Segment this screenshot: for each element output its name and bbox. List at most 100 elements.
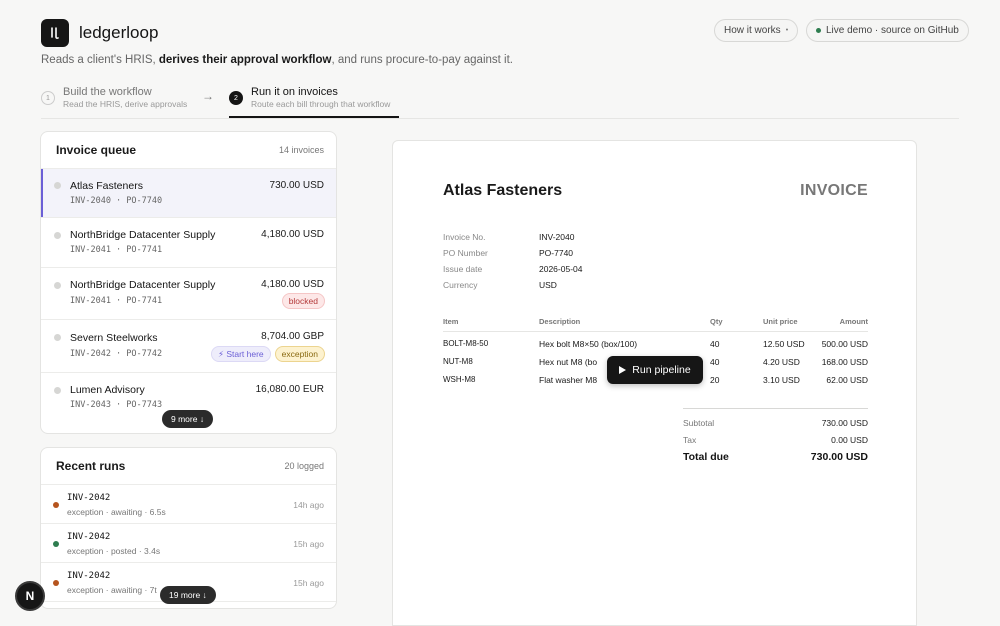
active-step-indicator: [229, 116, 399, 118]
tagline-end: , and runs procure-to-pay against it.: [331, 54, 513, 66]
framework-badge[interactable]: N: [15, 581, 45, 611]
recent-runs-header: Recent runs 20 logged: [41, 448, 336, 485]
invoice-heading: INVOICE: [800, 182, 868, 199]
line-item-amount: 168.00 USD: [821, 357, 868, 367]
invoice-amount: 8,704.00 GBP: [261, 331, 324, 342]
show-more-runs-button[interactable]: 19 more ↓: [160, 586, 216, 604]
meta-value: INV-2040: [539, 232, 575, 242]
invoice-ids: INV-2043 · PO-7743: [70, 400, 163, 410]
play-icon: [619, 366, 627, 374]
tagline-start: Reads a client's HRIS,: [41, 54, 159, 66]
run-row[interactable]: INV-2042 exception · awaiting · 6.5s 14h…: [41, 485, 336, 524]
run-pipeline-label: Run pipeline: [632, 364, 691, 376]
vendor-name: Lumen Advisory: [70, 384, 145, 396]
status-dot: [54, 282, 61, 289]
run-summary: exception · awaiting · 6.5s: [67, 507, 166, 517]
run-pipeline-button[interactable]: Run pipeline: [607, 356, 703, 384]
column-header-item: Item: [443, 317, 459, 326]
blocked-badge: blocked: [281, 293, 325, 309]
subtotal-label: Subtotal: [683, 418, 715, 428]
step-subtitle: Read the HRIS, derive approvals: [63, 99, 188, 109]
how-it-works-button[interactable]: How it works •: [714, 19, 799, 42]
how-it-works-label: How it works: [724, 25, 781, 36]
vendor-name: Severn Steelworks: [70, 332, 158, 344]
subtotal-value: 730.00 USD: [821, 418, 868, 428]
status-dot: [54, 232, 61, 239]
live-demo-link[interactable]: Live demo · source on GitHub: [806, 19, 969, 42]
invoice-queue-panel: Invoice queue 14 invoices Atlas Fastener…: [40, 131, 337, 434]
meta-label: Invoice No.: [443, 232, 486, 242]
column-header-amount: Amount: [839, 317, 868, 326]
run-time: 15h ago: [293, 578, 324, 588]
show-more-invoices-button[interactable]: 9 more ↓: [162, 410, 214, 428]
steps-divider: [41, 118, 959, 119]
meta-value: USD: [539, 280, 557, 290]
line-item-code: NUT-M8: [443, 357, 473, 366]
step-build-workflow[interactable]: 1 Build the workflow Read the HRIS, deri…: [41, 86, 187, 110]
line-item-unit-price: 3.10 USD: [763, 375, 800, 385]
run-summary: exception · awaiting · 7t: [67, 585, 157, 595]
start-here-badge[interactable]: ⚡ Start here: [211, 346, 271, 362]
invoice-row[interactable]: Atlas Fasteners 730.00 USD INV-2040 · PO…: [41, 169, 336, 218]
run-status-dot: [53, 580, 59, 586]
logo-mark-icon: [51, 27, 59, 39]
status-dot: [54, 182, 61, 189]
total-due-label: Total due: [683, 451, 729, 463]
vendor-name: NorthBridge Datacenter Supply: [70, 229, 216, 241]
meta-value: PO-7740: [539, 248, 574, 258]
invoice-ids: INV-2041 · PO-7741: [70, 245, 163, 255]
status-dot: [54, 387, 61, 394]
step-number: 1: [41, 91, 55, 105]
meta-label: Currency: [443, 280, 478, 290]
live-demo-label: Live demo · source on GitHub: [826, 25, 959, 36]
invoice-queue-header: Invoice queue 14 invoices: [41, 132, 336, 169]
tax-label: Tax: [683, 435, 697, 445]
meta-label: Issue date: [443, 264, 483, 274]
invoice-amount: 4,180.00 USD: [261, 229, 324, 240]
line-item-code: WSH-M8: [443, 375, 476, 384]
invoice-row[interactable]: NorthBridge Datacenter Supply 4,180.00 U…: [41, 218, 336, 268]
invoice-amount: 16,080.00 EUR: [255, 384, 324, 395]
step-title: Build the workflow: [63, 86, 152, 98]
run-invoice-id: INV-2042: [67, 493, 111, 503]
run-status-dot: [53, 541, 59, 547]
line-item-qty: 20: [710, 375, 720, 385]
run-invoice-id: INV-2042: [67, 532, 111, 542]
total-due-value: 730.00 USD: [810, 451, 868, 463]
vendor-name: Atlas Fasteners: [70, 180, 143, 192]
run-status-dot: [53, 502, 59, 508]
invoice-amount: 730.00 USD: [269, 180, 324, 191]
brand-name: ledgerloop: [79, 23, 159, 42]
run-invoice-id: INV-2042: [67, 571, 111, 581]
invoice-row[interactable]: NorthBridge Datacenter Supply 4,180.00 U…: [41, 268, 336, 320]
step-subtitle: Route each bill through that workflow: [251, 99, 391, 109]
invoice-ids: INV-2042 · PO-7742: [70, 349, 163, 359]
run-time: 15h ago: [293, 539, 324, 549]
line-item-description: Hex bolt M8×50 (box/100): [539, 339, 638, 349]
column-header-description: Description: [539, 317, 581, 326]
invoice-ids: INV-2041 · PO-7741: [70, 296, 163, 306]
line-item-amount: 62.00 USD: [826, 375, 868, 385]
invoice-row[interactable]: Severn Steelworks 8,704.00 GBP INV-2042 …: [41, 320, 336, 373]
invoice-queue-title: Invoice queue: [56, 143, 137, 157]
step-number: 2: [229, 91, 243, 105]
line-item-description: Hex nut M8 (bo: [539, 357, 598, 367]
exception-badge: exception: [274, 346, 325, 362]
line-item-code: BOLT-M8-50: [443, 339, 489, 348]
tagline: Reads a client's HRIS, derives their app…: [41, 54, 513, 66]
run-row[interactable]: INV-2042 exception · posted · 3.4s 15h a…: [41, 524, 336, 563]
invoice-count: 14 invoices: [278, 145, 324, 155]
logo: [41, 19, 69, 47]
line-item-qty: 40: [710, 357, 720, 367]
invoice-ids: INV-2040 · PO-7740: [70, 196, 163, 206]
meta-value: 2026-05-04: [539, 264, 583, 274]
runs-count: 20 logged: [284, 461, 324, 471]
step-run-invoices[interactable]: 2 Run it on invoices Route each bill thr…: [229, 86, 390, 110]
run-time: 14h ago: [293, 500, 324, 510]
invoice-amount: 4,180.00 USD: [261, 279, 324, 290]
recent-runs-title: Recent runs: [56, 459, 126, 473]
tax-value: 0.00 USD: [831, 435, 868, 445]
arrow-right-icon: →: [202, 89, 214, 103]
line-item-amount: 500.00 USD: [821, 339, 868, 349]
recent-runs-panel: Recent runs 20 logged INV-2042 exception…: [40, 447, 337, 609]
